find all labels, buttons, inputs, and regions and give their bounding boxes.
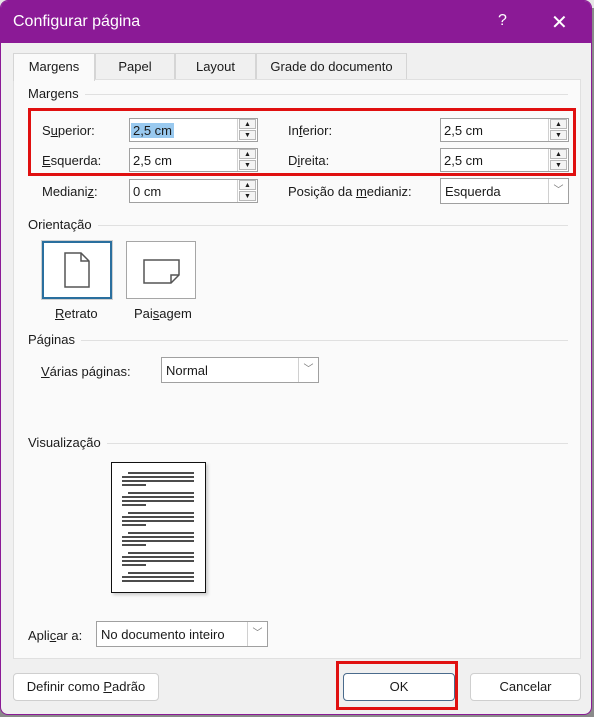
spin-down-icon[interactable]: ▼ — [239, 160, 256, 170]
close-button[interactable]: ✕ — [551, 10, 568, 35]
tab-margens[interactable]: Margens — [13, 53, 95, 81]
dialog-title: Configurar página — [13, 13, 141, 30]
varias-paginas-value: Normal — [166, 363, 208, 378]
portrait-label: Retrato — [55, 306, 98, 321]
posicao-medianiz-value: Esquerda — [445, 184, 501, 199]
aplicar-a-select[interactable]: No documento inteiro ﹀ — [96, 621, 268, 647]
portrait-page-icon — [64, 252, 90, 288]
spin-down-icon[interactable]: ▼ — [239, 130, 256, 140]
group-label-paginas: Páginas — [28, 332, 81, 347]
aplicar-a-value: No documento inteiro — [101, 627, 225, 642]
spin-up-icon[interactable]: ▲ — [550, 119, 567, 129]
help-button[interactable]: ? — [498, 12, 507, 30]
ok-button[interactable]: OK — [343, 673, 455, 701]
medianiz-spinner[interactable]: 0 cm ▲ ▼ — [129, 179, 258, 203]
esquerda-spinner[interactable]: 2,5 cm ▲ ▼ — [129, 148, 258, 172]
page-preview — [111, 462, 206, 593]
spin-down-icon[interactable]: ▼ — [239, 191, 256, 201]
direita-value[interactable]: 2,5 cm — [444, 153, 483, 168]
landscape-label: Paisagem — [134, 306, 192, 321]
tab-grade-documento[interactable]: Grade do documento — [256, 53, 407, 79]
portrait-option[interactable] — [42, 241, 112, 299]
medianiz-value[interactable]: 0 cm — [133, 184, 161, 199]
tab-papel[interactable]: Papel — [95, 53, 175, 79]
landscape-option[interactable] — [126, 241, 196, 299]
esquerda-value[interactable]: 2,5 cm — [133, 153, 172, 168]
varias-paginas-select[interactable]: Normal ﹀ — [161, 357, 319, 383]
title-bar: Configurar página ? ✕ — [1, 1, 591, 43]
label-esquerda: Esquerda: — [42, 153, 102, 168]
label-superior: Superior: — [42, 123, 95, 138]
divider — [28, 340, 568, 341]
label-inferior: Inferior: — [288, 123, 333, 138]
divider — [28, 225, 568, 226]
label-direita: Direita: — [288, 153, 330, 168]
spin-up-icon[interactable]: ▲ — [239, 119, 256, 129]
group-label-margens: Margens — [28, 86, 85, 101]
label-posicao-medianiz: Posição da medianiz: — [288, 184, 412, 199]
page-setup-dialog: Configurar página ? ✕ Margens Papel Layo… — [0, 0, 592, 715]
tab-layout[interactable]: Layout — [175, 53, 256, 79]
group-label-visualizacao: Visualização — [28, 435, 107, 450]
spin-up-icon[interactable]: ▲ — [550, 149, 567, 159]
inferior-value[interactable]: 2,5 cm — [444, 123, 483, 138]
superior-spinner[interactable]: 2,5 cm ▲ ▼ — [129, 118, 258, 142]
chevron-down-icon[interactable]: ﹀ — [298, 358, 318, 382]
spin-down-icon[interactable]: ▼ — [550, 160, 567, 170]
spin-down-icon[interactable]: ▼ — [550, 130, 567, 140]
inferior-spinner[interactable]: 2,5 cm ▲ ▼ — [440, 118, 569, 142]
label-varias-paginas: Várias páginas: — [41, 364, 131, 379]
label-aplicar-a: Aplicar a: — [28, 628, 83, 643]
chevron-down-icon[interactable]: ﹀ — [247, 622, 267, 646]
divider — [28, 443, 568, 444]
chevron-down-icon[interactable]: ﹀ — [548, 179, 568, 203]
document-lines-preview — [122, 472, 194, 582]
spin-up-icon[interactable]: ▲ — [239, 180, 256, 190]
spin-up-icon[interactable]: ▲ — [239, 149, 256, 159]
set-default-button[interactable]: Definir como Padrão — [13, 673, 159, 701]
direita-spinner[interactable]: 2,5 cm ▲ ▼ — [440, 148, 569, 172]
group-label-orientacao: Orientação — [28, 217, 98, 232]
label-medianiz: Medianiz: — [42, 184, 98, 199]
posicao-medianiz-select[interactable]: Esquerda ﹀ — [440, 178, 569, 204]
tab-panel-margens: Margens Superior: 2,5 cm ▲ ▼ Inferior: 2,… — [13, 79, 581, 659]
landscape-page-icon — [143, 259, 180, 284]
divider — [28, 94, 568, 95]
cancel-button[interactable]: Cancelar — [470, 673, 581, 701]
superior-value[interactable]: 2,5 cm — [131, 123, 175, 138]
